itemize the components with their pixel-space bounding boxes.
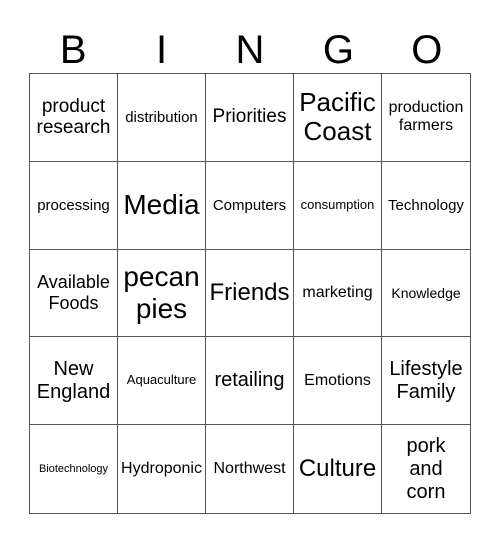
bingo-cell[interactable]: production farmers xyxy=(382,74,470,162)
bingo-cell[interactable]: Emotions xyxy=(294,337,382,426)
bingo-cell[interactable]: consumption xyxy=(294,161,382,250)
header-letter-g: G xyxy=(322,28,354,72)
header-letter-n: N xyxy=(235,28,265,72)
bingo-cell[interactable]: retailing xyxy=(206,337,294,426)
bingo-cell[interactable]: Technology xyxy=(382,162,470,250)
bingo-cell[interactable]: pecan pies xyxy=(118,249,206,338)
bingo-cell[interactable]: marketing xyxy=(294,249,382,338)
header-letter-b: B xyxy=(59,28,87,72)
bingo-cell[interactable]: Available Foods xyxy=(30,249,118,338)
bingo-cell[interactable]: product research xyxy=(30,74,118,162)
bingo-cell[interactable]: Computers xyxy=(206,161,294,250)
header-letter-o: O xyxy=(411,28,443,72)
bingo-cell[interactable]: distribution xyxy=(118,74,206,162)
bingo-cell[interactable]: Media xyxy=(118,161,206,250)
bingo-cell[interactable]: Biotechnology xyxy=(30,425,118,513)
bingo-cell[interactable]: Hydroponic xyxy=(118,425,206,513)
bingo-grid: product research distribution Priorities… xyxy=(29,73,471,514)
bingo-cell[interactable]: Lifestyle Family xyxy=(382,337,470,426)
bingo-cell[interactable]: New England xyxy=(30,337,118,426)
bingo-cell[interactable]: Knowledge xyxy=(382,250,470,338)
bingo-cell[interactable]: processing xyxy=(30,161,118,250)
bingo-cell[interactable]: Friends xyxy=(206,249,294,338)
bingo-header: B I N G O xyxy=(29,28,471,72)
bingo-cell[interactable]: Culture xyxy=(294,425,382,513)
header-letter-i: I xyxy=(156,28,168,72)
bingo-cell[interactable]: Priorities xyxy=(206,74,294,162)
bingo-cell[interactable]: pork and corn xyxy=(382,425,470,513)
bingo-cell[interactable]: Pacific Coast xyxy=(294,74,382,162)
bingo-cell[interactable]: Northwest xyxy=(206,425,294,513)
bingo-cell[interactable]: Aquaculture xyxy=(118,337,206,426)
